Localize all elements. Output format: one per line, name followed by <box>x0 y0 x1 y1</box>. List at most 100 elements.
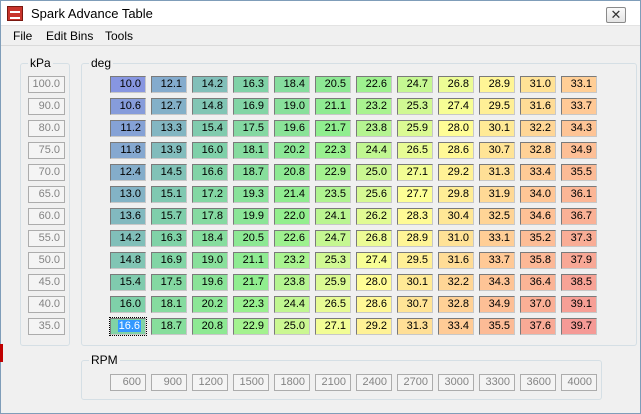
rpm-bin-field[interactable]: 600 <box>110 374 146 391</box>
table-cell[interactable]: 20.5 <box>315 76 351 93</box>
table-cell[interactable]: 27.1 <box>397 164 433 181</box>
table-cell[interactable]: 20.8 <box>192 318 228 335</box>
table-cell[interactable]: 27.4 <box>356 252 392 269</box>
table-cell[interactable]: 14.8 <box>192 98 228 115</box>
table-cell[interactable]: 13.9 <box>151 142 187 159</box>
table-cell[interactable]: 29.2 <box>438 164 474 181</box>
table-cell[interactable]: 24.4 <box>274 296 310 313</box>
kpa-bin-field[interactable]: 60.0 <box>28 208 65 225</box>
table-cell[interactable]: 39.7 <box>561 318 597 335</box>
table-cell[interactable]: 26.5 <box>315 296 351 313</box>
rpm-bin-field[interactable]: 2700 <box>397 374 433 391</box>
table-cell[interactable]: 34.3 <box>561 120 597 137</box>
table-cell[interactable]: 27.1 <box>315 318 351 335</box>
rpm-bin-field[interactable]: 1200 <box>192 374 228 391</box>
table-cell[interactable]: 31.6 <box>438 252 474 269</box>
table-cell[interactable]: 20.2 <box>192 296 228 313</box>
table-cell[interactable]: 21.7 <box>315 120 351 137</box>
table-cell[interactable]: 31.0 <box>438 230 474 247</box>
kpa-bin-field[interactable]: 90.0 <box>28 98 65 115</box>
table-cell[interactable]: 37.3 <box>561 230 597 247</box>
table-cell[interactable]: 22.6 <box>274 230 310 247</box>
rpm-bin-field[interactable]: 1500 <box>233 374 269 391</box>
menu-file[interactable]: File <box>13 29 32 43</box>
table-cell[interactable]: 36.7 <box>561 208 597 225</box>
table-cell[interactable]: 25.0 <box>274 318 310 335</box>
table-cell[interactable]: 31.3 <box>397 318 433 335</box>
table-cell[interactable]: 25.3 <box>397 98 433 115</box>
table-cell[interactable]: 19.6 <box>192 274 228 291</box>
menu-edit-bins[interactable]: Edit Bins <box>46 29 93 43</box>
table-cell[interactable]: 28.9 <box>479 76 515 93</box>
table-cell[interactable]: 12.1 <box>151 76 187 93</box>
rpm-bin-field[interactable]: 1800 <box>274 374 310 391</box>
rpm-bin-field[interactable]: 3000 <box>438 374 474 391</box>
table-cell[interactable]: 37.0 <box>520 296 556 313</box>
table-cell[interactable]: 32.2 <box>438 274 474 291</box>
table-cell[interactable]: 29.8 <box>438 186 474 203</box>
table-cell[interactable]: 37.9 <box>561 252 597 269</box>
table-cell[interactable]: 23.8 <box>274 274 310 291</box>
table-cell[interactable]: 13.6 <box>110 208 146 225</box>
table-cell[interactable]: 36.4 <box>520 274 556 291</box>
close-button[interactable]: ✕ <box>606 7 626 23</box>
table-cell[interactable]: 25.9 <box>397 120 433 137</box>
kpa-bin-field[interactable]: 100.0 <box>28 76 65 93</box>
kpa-bin-field[interactable]: 80.0 <box>28 120 65 137</box>
table-cell[interactable]: 16.6 <box>192 164 228 181</box>
table-cell[interactable]: 24.4 <box>356 142 392 159</box>
table-cell[interactable]: 13.0 <box>110 186 146 203</box>
table-cell[interactable]: 14.8 <box>110 252 146 269</box>
table-cell[interactable]: 28.0 <box>438 120 474 137</box>
table-cell[interactable]: 33.1 <box>479 230 515 247</box>
table-cell[interactable]: 16.0 <box>192 142 228 159</box>
table-cell[interactable]: 19.3 <box>233 186 269 203</box>
table-cell[interactable]: 16.3 <box>151 230 187 247</box>
table-cell[interactable]: 22.3 <box>233 296 269 313</box>
table-cell[interactable]: 20.8 <box>274 164 310 181</box>
table-cell[interactable]: 26.5 <box>397 142 433 159</box>
table-cell[interactable]: 23.2 <box>356 98 392 115</box>
table-cell[interactable]: 34.6 <box>520 208 556 225</box>
table-cell[interactable]: 24.7 <box>315 230 351 247</box>
table-cell[interactable]: 29.2 <box>356 318 392 335</box>
table-cell[interactable]: 17.5 <box>233 120 269 137</box>
table-cell[interactable]: 29.5 <box>479 98 515 115</box>
table-cell[interactable]: 21.4 <box>274 186 310 203</box>
table-cell[interactable]: 15.7 <box>151 208 187 225</box>
table-cell[interactable]: 11.2 <box>110 120 146 137</box>
table-cell[interactable]: 15.4 <box>110 274 146 291</box>
table-cell[interactable]: 18.7 <box>151 318 187 335</box>
table-cell[interactable]: 15.4 <box>192 120 228 137</box>
table-cell[interactable]: 22.6 <box>356 76 392 93</box>
table-cell[interactable]: 18.1 <box>151 296 187 313</box>
table-cell[interactable]: 18.4 <box>274 76 310 93</box>
table-cell[interactable]: 21.1 <box>315 98 351 115</box>
table-cell[interactable]: 19.0 <box>274 98 310 115</box>
table-cell[interactable]: 16.0 <box>110 296 146 313</box>
table-cell[interactable]: 23.5 <box>315 186 351 203</box>
table-cell[interactable]: 27.4 <box>438 98 474 115</box>
table-cell[interactable]: 34.9 <box>561 142 597 159</box>
table-cell[interactable]: 11.8 <box>110 142 146 159</box>
rpm-bin-field[interactable]: 4000 <box>561 374 597 391</box>
rpm-bin-field[interactable]: 900 <box>151 374 187 391</box>
table-cell[interactable]: 32.8 <box>520 142 556 159</box>
table-cell[interactable]: 23.2 <box>274 252 310 269</box>
table-cell[interactable]: 32.5 <box>479 208 515 225</box>
kpa-bin-field[interactable]: 40.0 <box>28 296 65 313</box>
table-cell[interactable]: 20.5 <box>233 230 269 247</box>
table-cell[interactable]: 26.2 <box>356 208 392 225</box>
table-cell[interactable]: 18.4 <box>192 230 228 247</box>
table-cell[interactable]: 33.7 <box>561 98 597 115</box>
table-cell[interactable]: 26.8 <box>356 230 392 247</box>
table-cell[interactable]: 13.3 <box>151 120 187 137</box>
table-cell[interactable]: 12.7 <box>151 98 187 115</box>
table-cell[interactable]: 17.8 <box>192 208 228 225</box>
table-cell[interactable]: 31.9 <box>479 186 515 203</box>
table-cell[interactable]: 29.5 <box>397 252 433 269</box>
kpa-bin-field[interactable]: 75.0 <box>28 142 65 159</box>
table-cell[interactable]: 20.2 <box>274 142 310 159</box>
table-cell[interactable]: 30.4 <box>438 208 474 225</box>
table-cell[interactable]: 34.0 <box>520 186 556 203</box>
